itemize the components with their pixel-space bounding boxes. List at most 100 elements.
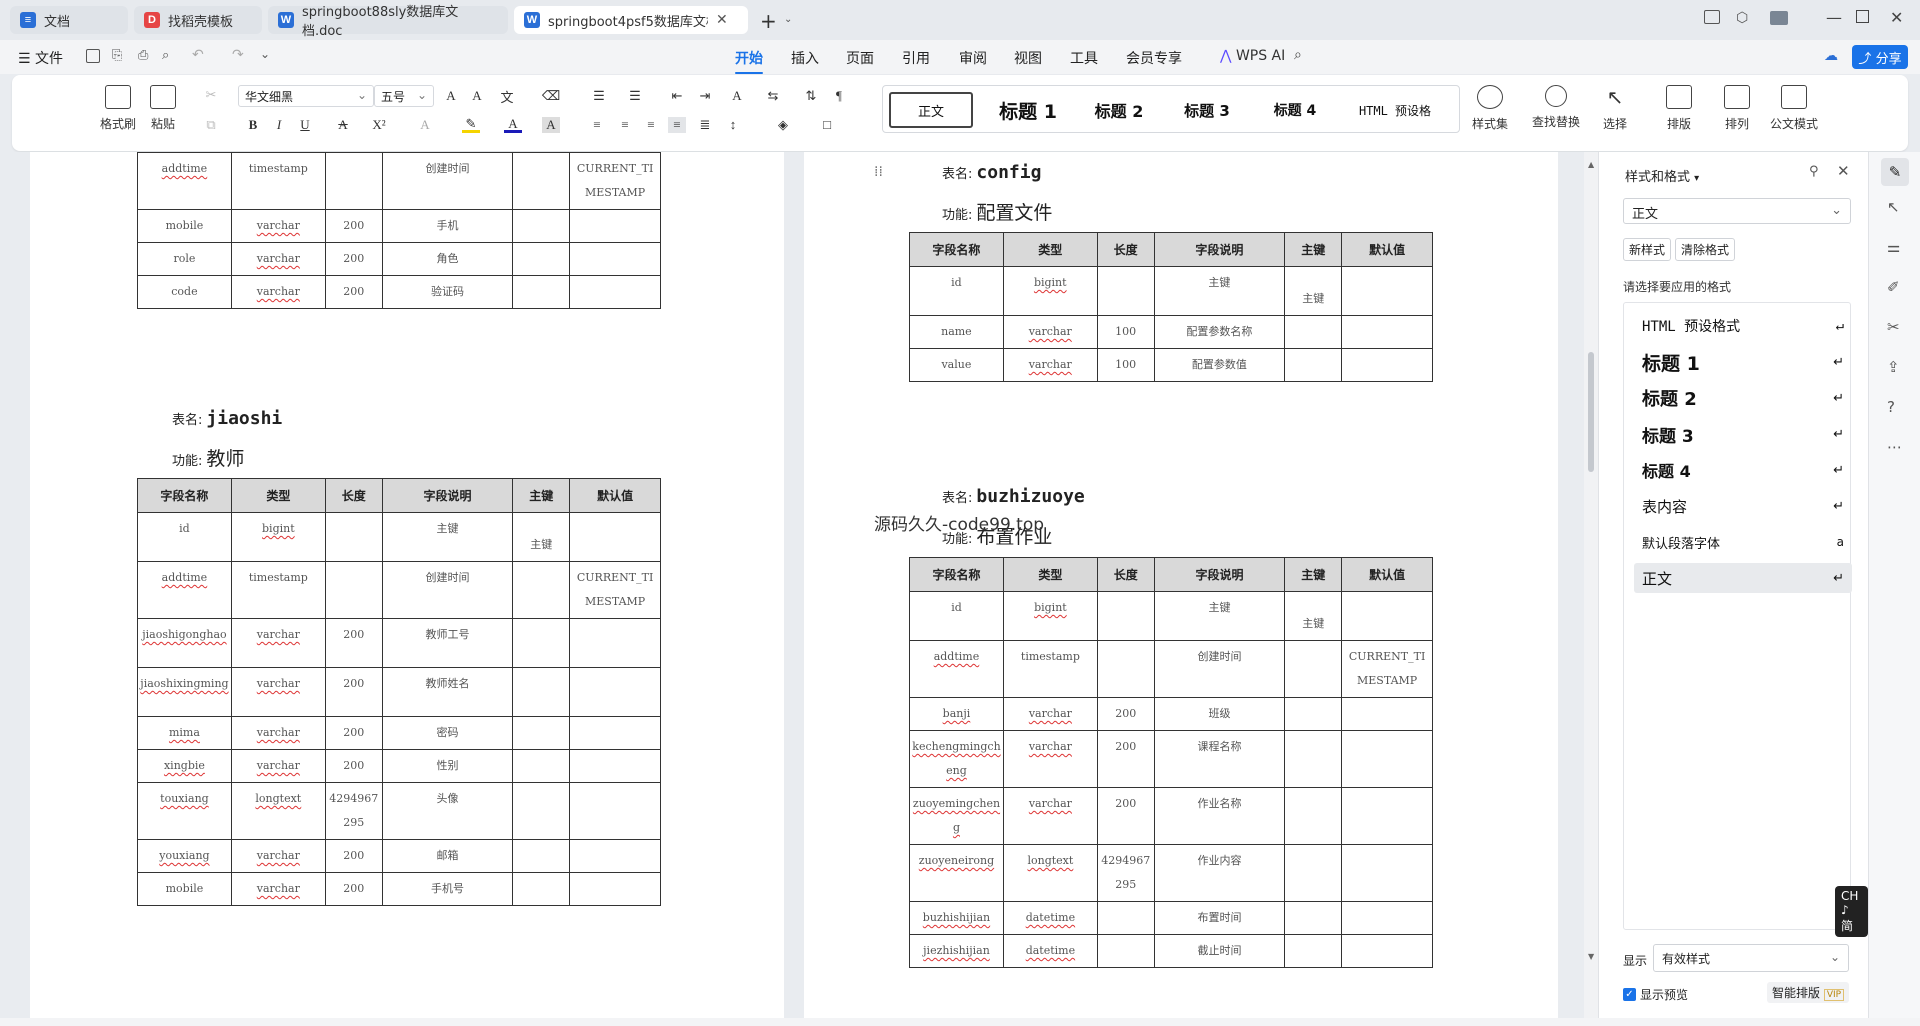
font-color-icon[interactable]: A	[504, 116, 522, 133]
chinese-layout-icon[interactable]: A	[728, 88, 746, 104]
style-heading2[interactable]: 标题 2	[1079, 92, 1159, 128]
format-painter-button[interactable]: 格式刷	[100, 85, 136, 132]
vertical-scrollbar[interactable]: ▲ ▼	[1584, 152, 1598, 1018]
save-icon[interactable]	[86, 49, 100, 63]
arrange-button[interactable]: 排列	[1724, 85, 1750, 132]
chevron-down-icon[interactable]: ▾	[1694, 173, 1699, 184]
quick-access-more-icon[interactable]: ⌄	[260, 47, 270, 61]
char-shading-icon[interactable]: A	[542, 117, 560, 133]
help-icon[interactable]: ?	[1887, 398, 1895, 416]
wps-ai-button[interactable]: ⋀ WPS AI	[1220, 48, 1285, 64]
show-filter-select[interactable]: 有效样式 ⌄	[1653, 944, 1849, 972]
style-pen-icon[interactable]: ✎	[1881, 158, 1909, 186]
style-list-item-h1[interactable]: 标题 1 ↵	[1634, 347, 1852, 377]
select-button[interactable]: ↖ 选择	[1602, 85, 1628, 132]
style-list-item-h3[interactable]: 标题 3 ↵	[1634, 419, 1852, 449]
menu-view[interactable]: 视图	[1014, 48, 1042, 68]
style-set-button[interactable]: 样式集	[1472, 85, 1508, 132]
menu-reference[interactable]: 引用	[902, 48, 930, 68]
select-cursor-icon[interactable]: ↖	[1887, 198, 1900, 216]
pin-icon[interactable]: ⚲	[1809, 164, 1819, 179]
scrollbar-thumb[interactable]	[1588, 352, 1594, 472]
distribute-icon[interactable]: ≣	[696, 117, 714, 133]
current-style-select[interactable]: 正文 ⌄	[1623, 198, 1851, 224]
export-icon[interactable]: ⎘	[112, 48, 122, 63]
grow-font-icon[interactable]: A	[442, 88, 460, 104]
align-right-icon[interactable]: ≡	[642, 117, 660, 133]
shrink-font-icon[interactable]: A	[468, 88, 486, 104]
close-icon[interactable]: ✕	[1837, 162, 1850, 180]
minimize-icon[interactable]: —	[1826, 8, 1842, 27]
official-mode-button[interactable]: 公文模式	[1770, 85, 1818, 132]
style-heading4[interactable]: 标题 4	[1255, 92, 1335, 128]
bold-icon[interactable]: B	[244, 117, 262, 133]
chevron-down-icon[interactable]: ⌄	[784, 14, 792, 25]
menu-insert[interactable]: 插入	[791, 48, 819, 68]
border-icon[interactable]: □	[818, 117, 836, 133]
sort-icon[interactable]: ⇅	[802, 88, 820, 104]
text-effect-icon[interactable]: A	[416, 117, 434, 133]
number-list-icon[interactable]: ☰	[626, 88, 644, 104]
adjust-icon[interactable]: ⚌	[1887, 238, 1900, 256]
style-list-item-table-content[interactable]: 表内容 ↵	[1634, 491, 1852, 521]
more-icon[interactable]: ⋯	[1887, 438, 1902, 456]
menu-review[interactable]: 审阅	[959, 48, 987, 68]
underline-icon[interactable]: U	[296, 117, 314, 133]
avatar[interactable]	[1770, 11, 1788, 25]
paste-button[interactable]: 粘贴	[150, 85, 176, 132]
file-menu[interactable]: ☰ 文件	[18, 48, 63, 68]
clear-format-icon[interactable]: ⌫	[542, 88, 560, 104]
window-icon[interactable]	[1704, 10, 1720, 24]
checkbox-checked-icon[interactable]: ✓	[1623, 988, 1636, 1001]
shading-icon[interactable]: ◈	[774, 117, 792, 133]
menu-member[interactable]: 会员专享	[1126, 48, 1182, 68]
tab-docer[interactable]: D 找稻壳模板	[134, 6, 262, 34]
highlight-icon[interactable]: ✎	[462, 116, 480, 133]
menu-tools[interactable]: 工具	[1070, 48, 1098, 68]
cut-icon[interactable]: ✂	[202, 87, 220, 103]
menu-home[interactable]: 开始	[735, 48, 763, 74]
align-center-icon[interactable]: ≡	[616, 117, 634, 133]
edit-icon[interactable]: ✐	[1887, 278, 1900, 296]
style-list-item-html[interactable]: HTML 预设格式 ↵	[1634, 311, 1852, 341]
style-heading3[interactable]: 标题 3	[1167, 92, 1247, 128]
style-list-item-h2[interactable]: 标题 2 ↵	[1634, 383, 1852, 413]
bullet-list-icon[interactable]: ☰	[590, 88, 608, 104]
print-preview-icon[interactable]: ⌕	[162, 48, 169, 63]
strikethrough-icon[interactable]: A	[334, 117, 352, 133]
new-style-button[interactable]: 新样式	[1623, 238, 1672, 261]
scroll-up-icon[interactable]: ▲	[1588, 160, 1594, 169]
tools-icon[interactable]: ✂	[1887, 318, 1900, 336]
style-list-item-default-font[interactable]: 默认段落字体 a	[1634, 527, 1852, 557]
text-direction-icon[interactable]: ⇆	[764, 88, 782, 104]
copy-icon[interactable]: ⧉	[202, 117, 220, 133]
style-normal[interactable]: 正文	[889, 92, 973, 128]
line-spacing-icon[interactable]: ↕	[724, 117, 742, 133]
menu-page[interactable]: 页面	[846, 48, 874, 68]
superscript-icon[interactable]: X²	[370, 117, 388, 133]
increase-indent-icon[interactable]: ⇥	[696, 88, 714, 104]
style-list-item-normal[interactable]: 正文 ↵	[1634, 563, 1852, 593]
share-doc-icon[interactable]: ⇪	[1887, 358, 1900, 376]
cube-icon[interactable]: ⬡	[1736, 10, 1748, 26]
tab-doc-4psf5[interactable]: W springboot4psf5数据库文档 ✕	[514, 6, 748, 34]
align-left-icon[interactable]: ≡	[588, 117, 606, 133]
font-size-select[interactable]: 五号 ⌄	[374, 85, 434, 107]
find-replace-button[interactable]: 查找替换	[1532, 85, 1580, 130]
undo-icon[interactable]: ↶	[192, 47, 204, 63]
smart-layout-button[interactable]: 智能排版 VIP	[1767, 982, 1850, 1003]
ime-indicator[interactable]: CH ♪ 简	[1835, 886, 1868, 937]
decrease-indent-icon[interactable]: ⇤	[668, 88, 686, 104]
cloud-upload-icon[interactable]: ☁	[1824, 48, 1838, 64]
scroll-down-icon[interactable]: ▼	[1588, 952, 1594, 961]
show-preview-toggle[interactable]: ✓ 显示预览	[1623, 986, 1688, 1003]
search-icon[interactable]: ⌕	[1294, 47, 1302, 63]
italic-icon[interactable]: I	[270, 117, 288, 133]
close-icon[interactable]: ✕	[716, 12, 728, 28]
font-family-select[interactable]: 华文细黑 ⌄	[238, 85, 374, 107]
redo-icon[interactable]: ↷	[232, 47, 244, 63]
style-html-preset[interactable]: HTML 预设格	[1339, 92, 1451, 128]
new-tab-icon[interactable]: +	[760, 9, 777, 33]
share-button[interactable]: ⤴ 分享	[1852, 45, 1908, 69]
maximize-icon[interactable]	[1856, 10, 1869, 23]
